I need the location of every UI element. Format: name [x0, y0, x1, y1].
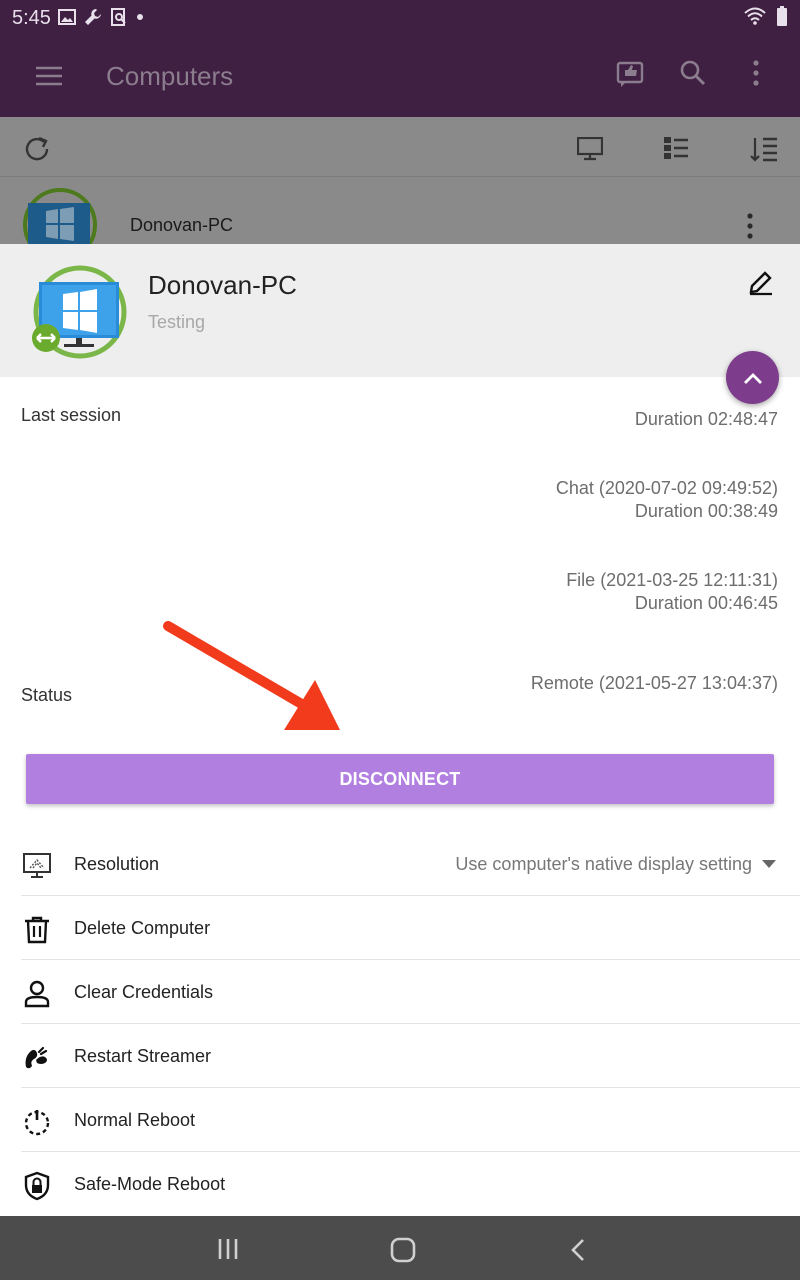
- page-title: Computers: [106, 61, 234, 91]
- computer-name: Donovan-PC: [148, 270, 297, 300]
- dot-icon: [137, 14, 143, 20]
- computer-description: Testing: [148, 312, 206, 332]
- clear-credentials-row[interactable]: Clear Credentials: [21, 960, 800, 1024]
- delete-computer-row[interactable]: Delete Computer: [21, 896, 800, 960]
- recent-apps-icon[interactable]: [217, 1238, 239, 1260]
- annotation-arrow-icon: [163, 621, 340, 730]
- safe-mode-reboot-row[interactable]: Safe-Mode Reboot: [21, 1152, 800, 1216]
- resolution-row[interactable]: Resolution Use computer's native display…: [21, 832, 800, 896]
- session-entry: File (2021-03-25 12:11:31) Duration 00:4…: [566, 569, 778, 615]
- resolution-label: Resolution: [74, 854, 160, 874]
- session-line: Remote (2021-05-27 13:04:37): [530, 673, 778, 693]
- menu-item-label: Normal Reboot: [74, 1110, 196, 1130]
- image-icon: [58, 9, 76, 25]
- session-duration: Duration 02:48:47: [634, 409, 778, 429]
- session-entry: Chat (2020-07-02 09:49:52) Duration 00:3…: [556, 477, 778, 523]
- sort-icon[interactable]: [750, 136, 778, 162]
- windows-computer-icon: [32, 265, 127, 359]
- search-icon[interactable]: [680, 60, 706, 86]
- status-right-icons: [744, 6, 788, 26]
- battery-icon: [777, 6, 787, 26]
- chevron-up-icon: [743, 372, 762, 384]
- resolution-select[interactable]: Use computer's native display setting: [455, 854, 752, 875]
- menu-item-label: Delete Computer: [74, 918, 211, 938]
- person-icon: [21, 978, 53, 1010]
- back-icon[interactable]: [570, 1238, 586, 1262]
- session-duration: Duration 00:38:49: [634, 501, 778, 521]
- status-time: 5:45: [12, 7, 51, 29]
- menu-item-label: Safe-Mode Reboot: [74, 1174, 226, 1194]
- last-session-label: Last session: [21, 405, 122, 425]
- wifi-icon: [744, 7, 766, 25]
- wrench-icon: [85, 9, 101, 25]
- shield-lock-icon: [21, 1170, 53, 1202]
- computer-detail-header: Donovan-PC Testing: [0, 244, 800, 377]
- status-label: Status: [21, 685, 73, 705]
- disconnect-button[interactable]: DISCONNECT: [26, 754, 774, 804]
- trash-icon: [21, 914, 53, 946]
- status-icons: [58, 8, 144, 26]
- list-view-icon[interactable]: [663, 136, 689, 160]
- overflow-menu-icon[interactable]: [752, 60, 760, 86]
- session-entry: Duration 02:48:47: [635, 408, 778, 431]
- feedback-icon[interactable]: [616, 60, 644, 88]
- computer-list-name: Donovan-PC: [130, 215, 234, 235]
- edit-icon[interactable]: [748, 270, 774, 296]
- dropdown-arrow-icon[interactable]: [762, 860, 776, 868]
- session-line: File (2021-03-25 12:11:31): [566, 570, 778, 590]
- menu-item-label: Restart Streamer: [74, 1046, 212, 1066]
- home-icon[interactable]: [390, 1237, 416, 1263]
- monitor-icon[interactable]: [577, 137, 603, 161]
- app-bar: Computers: [0, 36, 800, 117]
- system-nav-bar: [0, 1216, 800, 1280]
- menu-item-label: Clear Credentials: [74, 982, 214, 1002]
- session-entry: Remote (2021-05-27 13:04:37): [531, 672, 778, 695]
- restart-streamer-row[interactable]: Restart Streamer: [21, 1024, 800, 1088]
- screen-search-icon: [111, 8, 126, 26]
- hamburger-menu-icon[interactable]: [36, 66, 62, 86]
- windows-computer-icon: [23, 188, 97, 244]
- list-toolbar: [0, 117, 800, 177]
- refresh-icon[interactable]: [24, 135, 50, 163]
- item-overflow-icon[interactable]: [746, 213, 754, 239]
- computer-list-item[interactable]: Donovan-PC: [0, 177, 800, 244]
- remote-display-icon: [21, 850, 53, 882]
- session-line: Chat (2020-07-02 09:49:52): [555, 478, 778, 498]
- power-icon: [21, 1106, 53, 1138]
- collapse-button[interactable]: [726, 351, 779, 404]
- session-duration: Duration 00:46:45: [634, 593, 778, 613]
- status-bar: 5:45: [0, 0, 800, 36]
- normal-reboot-row[interactable]: Normal Reboot: [21, 1088, 800, 1152]
- streamer-icon: [21, 1042, 53, 1074]
